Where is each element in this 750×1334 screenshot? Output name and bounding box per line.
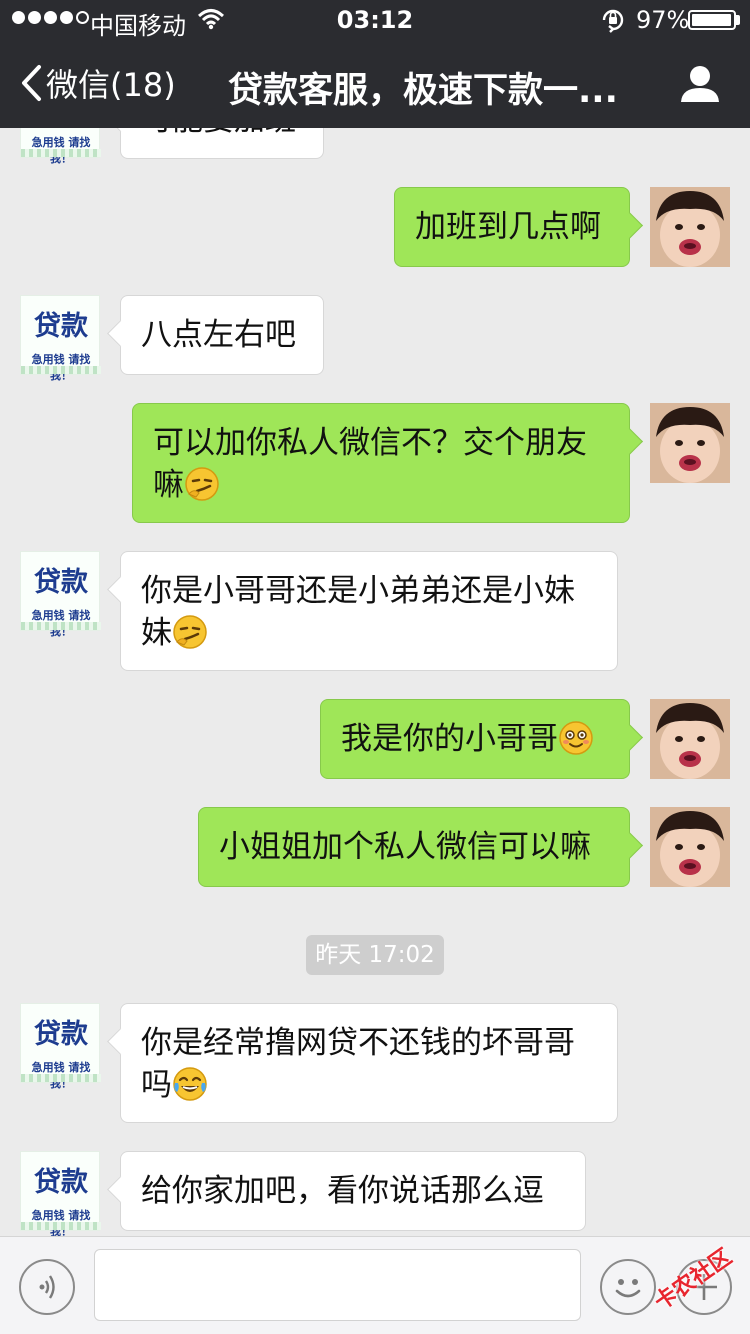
baby-face-icon — [650, 403, 730, 483]
my-avatar[interactable] — [650, 807, 730, 887]
message-timestamp: 昨天 17:02 — [306, 935, 444, 975]
my-avatar[interactable] — [650, 699, 730, 779]
smiley-icon — [615, 1279, 641, 1298]
message-bubble-received[interactable]: 八点左右吧 — [120, 295, 324, 375]
message-bubble-sent[interactable]: 可以加你私人微信不？交个朋友嘛 — [132, 403, 630, 523]
message-bubble-received[interactable]: 你是经常撸网贷不还钱的坏哥哥吗 — [120, 1003, 618, 1123]
baby-face-icon — [650, 807, 730, 887]
message-text: 小姐姐加个私人微信可以嘛 — [219, 829, 591, 865]
message-text: 给你家加吧，看你说话那么逗 — [141, 1173, 544, 1209]
top-bar: 中国移动 03:12 97% 微信(18) 贷款客服，极速下款一... — [0, 0, 750, 128]
voice-icon — [39, 1275, 55, 1299]
avatar-title: 贷款 — [34, 567, 88, 598]
message-bubble-sent[interactable]: 我是你的小哥哥 — [320, 699, 630, 779]
chat-title: 贷款客服，极速下款一... — [228, 71, 618, 111]
message-bubble-sent[interactable]: 小姐姐加个私人微信可以嘛 — [198, 807, 630, 887]
avatar-title: 贷款 — [34, 1019, 88, 1050]
smirk-emoji — [184, 466, 220, 513]
back-button[interactable]: 微信(18) — [20, 60, 176, 106]
message-input[interactable] — [94, 1249, 581, 1321]
blush-emoji — [558, 720, 594, 767]
tears-of-joy-emoji — [172, 1066, 208, 1113]
message-bubble-received[interactable]: 你是小哥哥还是小弟弟还是小妹妹 — [120, 551, 618, 671]
smirk-emoji — [172, 614, 208, 661]
message-text: 加班到几点啊 — [415, 209, 601, 245]
person-icon — [681, 66, 719, 102]
message-text: 我是你的小哥哥 — [341, 721, 558, 757]
contact-avatar[interactable]: 贷款 急用钱 请找我！ — [20, 551, 101, 638]
back-label: 微信(18) — [46, 66, 176, 104]
battery-percent: 97% — [636, 6, 690, 34]
baby-face-icon — [650, 187, 730, 267]
contact-avatar[interactable]: 贷款 急用钱 请找我！ — [20, 1003, 101, 1090]
avatar-fringe — [21, 149, 101, 157]
avatar-title: 贷款 — [34, 311, 88, 342]
battery-tip — [736, 15, 740, 25]
navigation-bar: 微信(18) 贷款客服，极速下款一... — [0, 40, 750, 128]
battery-icon — [688, 10, 736, 30]
message-bubble-received[interactable]: 给你家加吧，看你说话那么逗 — [120, 1151, 586, 1231]
emoji-button[interactable] — [600, 1259, 656, 1315]
avatar-fringe — [21, 1074, 101, 1082]
message-text: 八点左右吧 — [141, 317, 296, 353]
avatar-fringe — [21, 1222, 101, 1230]
my-avatar[interactable] — [650, 187, 730, 267]
contact-info-button[interactable] — [680, 64, 720, 108]
avatar-fringe — [21, 622, 101, 630]
contact-avatar[interactable]: 贷款 急用钱 请找我！ — [20, 1151, 101, 1236]
chat-area[interactable]: 贷款 急用钱 请找我！ 可能要加班 加班到几点啊 贷款 急用钱 请找我！ 八点左… — [0, 0, 750, 1236]
baby-face-icon — [650, 699, 730, 779]
avatar-title: 贷款 — [34, 1167, 88, 1198]
status-bar: 中国移动 03:12 97% — [0, 0, 750, 40]
voice-button[interactable] — [19, 1259, 75, 1315]
rotation-lock-icon — [600, 7, 626, 39]
my-avatar[interactable] — [650, 403, 730, 483]
contact-avatar[interactable]: 贷款 急用钱 请找我！ — [20, 295, 101, 382]
avatar-fringe — [21, 366, 101, 374]
message-bubble-sent[interactable]: 加班到几点啊 — [394, 187, 630, 267]
input-bar — [0, 1236, 750, 1334]
chevron-left-icon — [22, 65, 41, 101]
